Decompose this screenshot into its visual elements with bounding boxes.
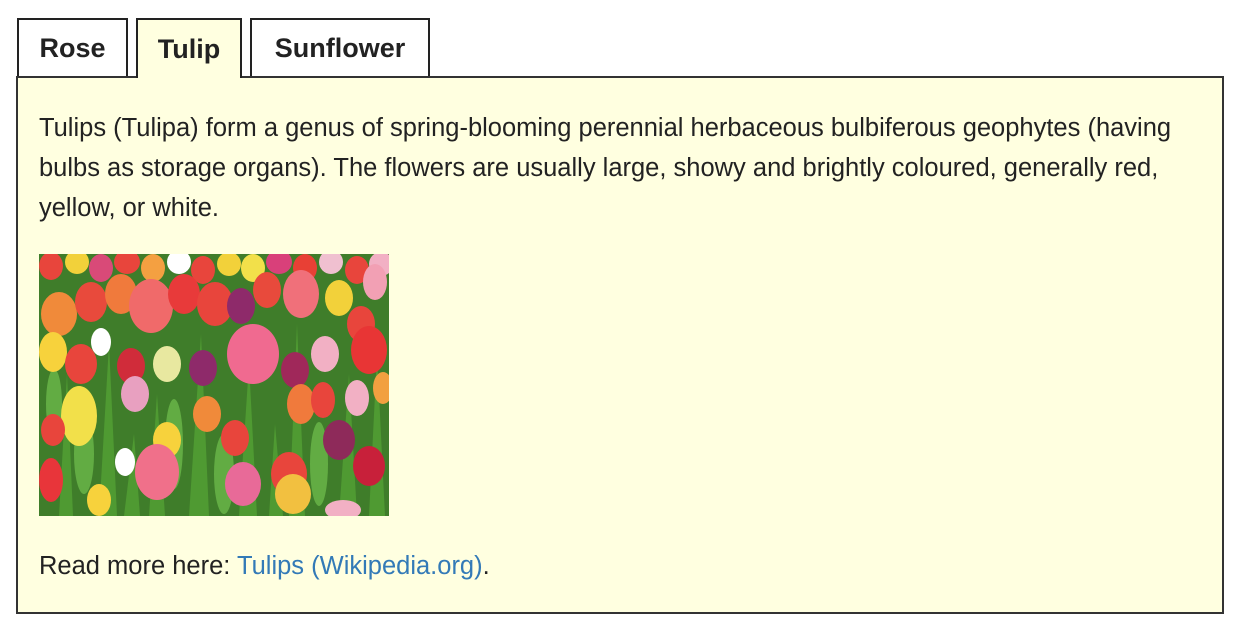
tab-sunflower-label: Sunflower bbox=[274, 32, 406, 63]
tab-panel-tulip: Tulips (Tulipa) form a genus of spring-b… bbox=[16, 76, 1224, 614]
tulip-field-photo bbox=[39, 254, 389, 516]
tulip-description: Tulips (Tulipa) form a genus of spring-b… bbox=[39, 114, 1172, 222]
read-more-suffix: . bbox=[482, 552, 490, 580]
tab-tulip[interactable]: Tulip bbox=[136, 18, 242, 78]
tab-tulip-label: Tulip bbox=[157, 33, 221, 64]
tab-rose[interactable]: Rose bbox=[17, 18, 128, 76]
tab-sunflower[interactable]: Sunflower bbox=[250, 18, 430, 76]
wikipedia-link[interactable]: Tulips (Wikipedia.org) bbox=[237, 552, 483, 580]
tab-bar: Rose Tulip Sunflower bbox=[17, 18, 430, 78]
read-more-prefix: Read more here: bbox=[39, 552, 237, 580]
read-more-line: Read more here: Tulips (Wikipedia.org). bbox=[39, 546, 490, 586]
tab-rose-label: Rose bbox=[39, 32, 106, 63]
